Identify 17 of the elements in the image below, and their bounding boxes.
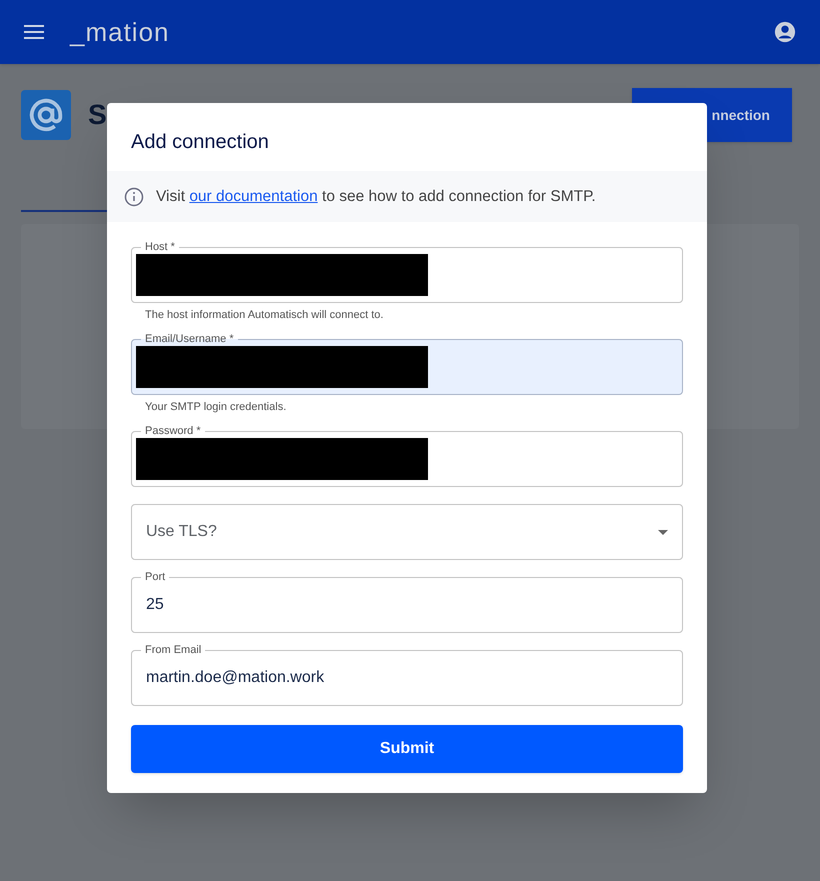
menu-icon[interactable] [24, 25, 44, 39]
submit-button[interactable]: Submit [131, 725, 683, 773]
select-field[interactable]: Use TLS? [131, 504, 683, 560]
caret-icon [658, 530, 668, 534]
app-icon [21, 90, 71, 140]
page-title: S [88, 101, 107, 129]
field-value: 25 [145, 595, 165, 615]
select-placeholder: Use TLS? [146, 522, 217, 542]
account-icon[interactable] [774, 21, 796, 43]
info-icon [124, 186, 144, 206]
notice-text: Visit our documentation to see how to add connection for SMTP. [156, 186, 596, 207]
field-value: martin.doe@mation.work [145, 668, 326, 688]
helper-text: The host information Automatisch will connect to. [145, 308, 384, 322]
documentation-link[interactable]: our documentation [189, 188, 318, 205]
helper-text: Your SMTP login credentials. [145, 400, 288, 414]
app-logo[interactable]: _mation [70, 12, 170, 52]
dialog-title: Add connection [130, 130, 270, 155]
